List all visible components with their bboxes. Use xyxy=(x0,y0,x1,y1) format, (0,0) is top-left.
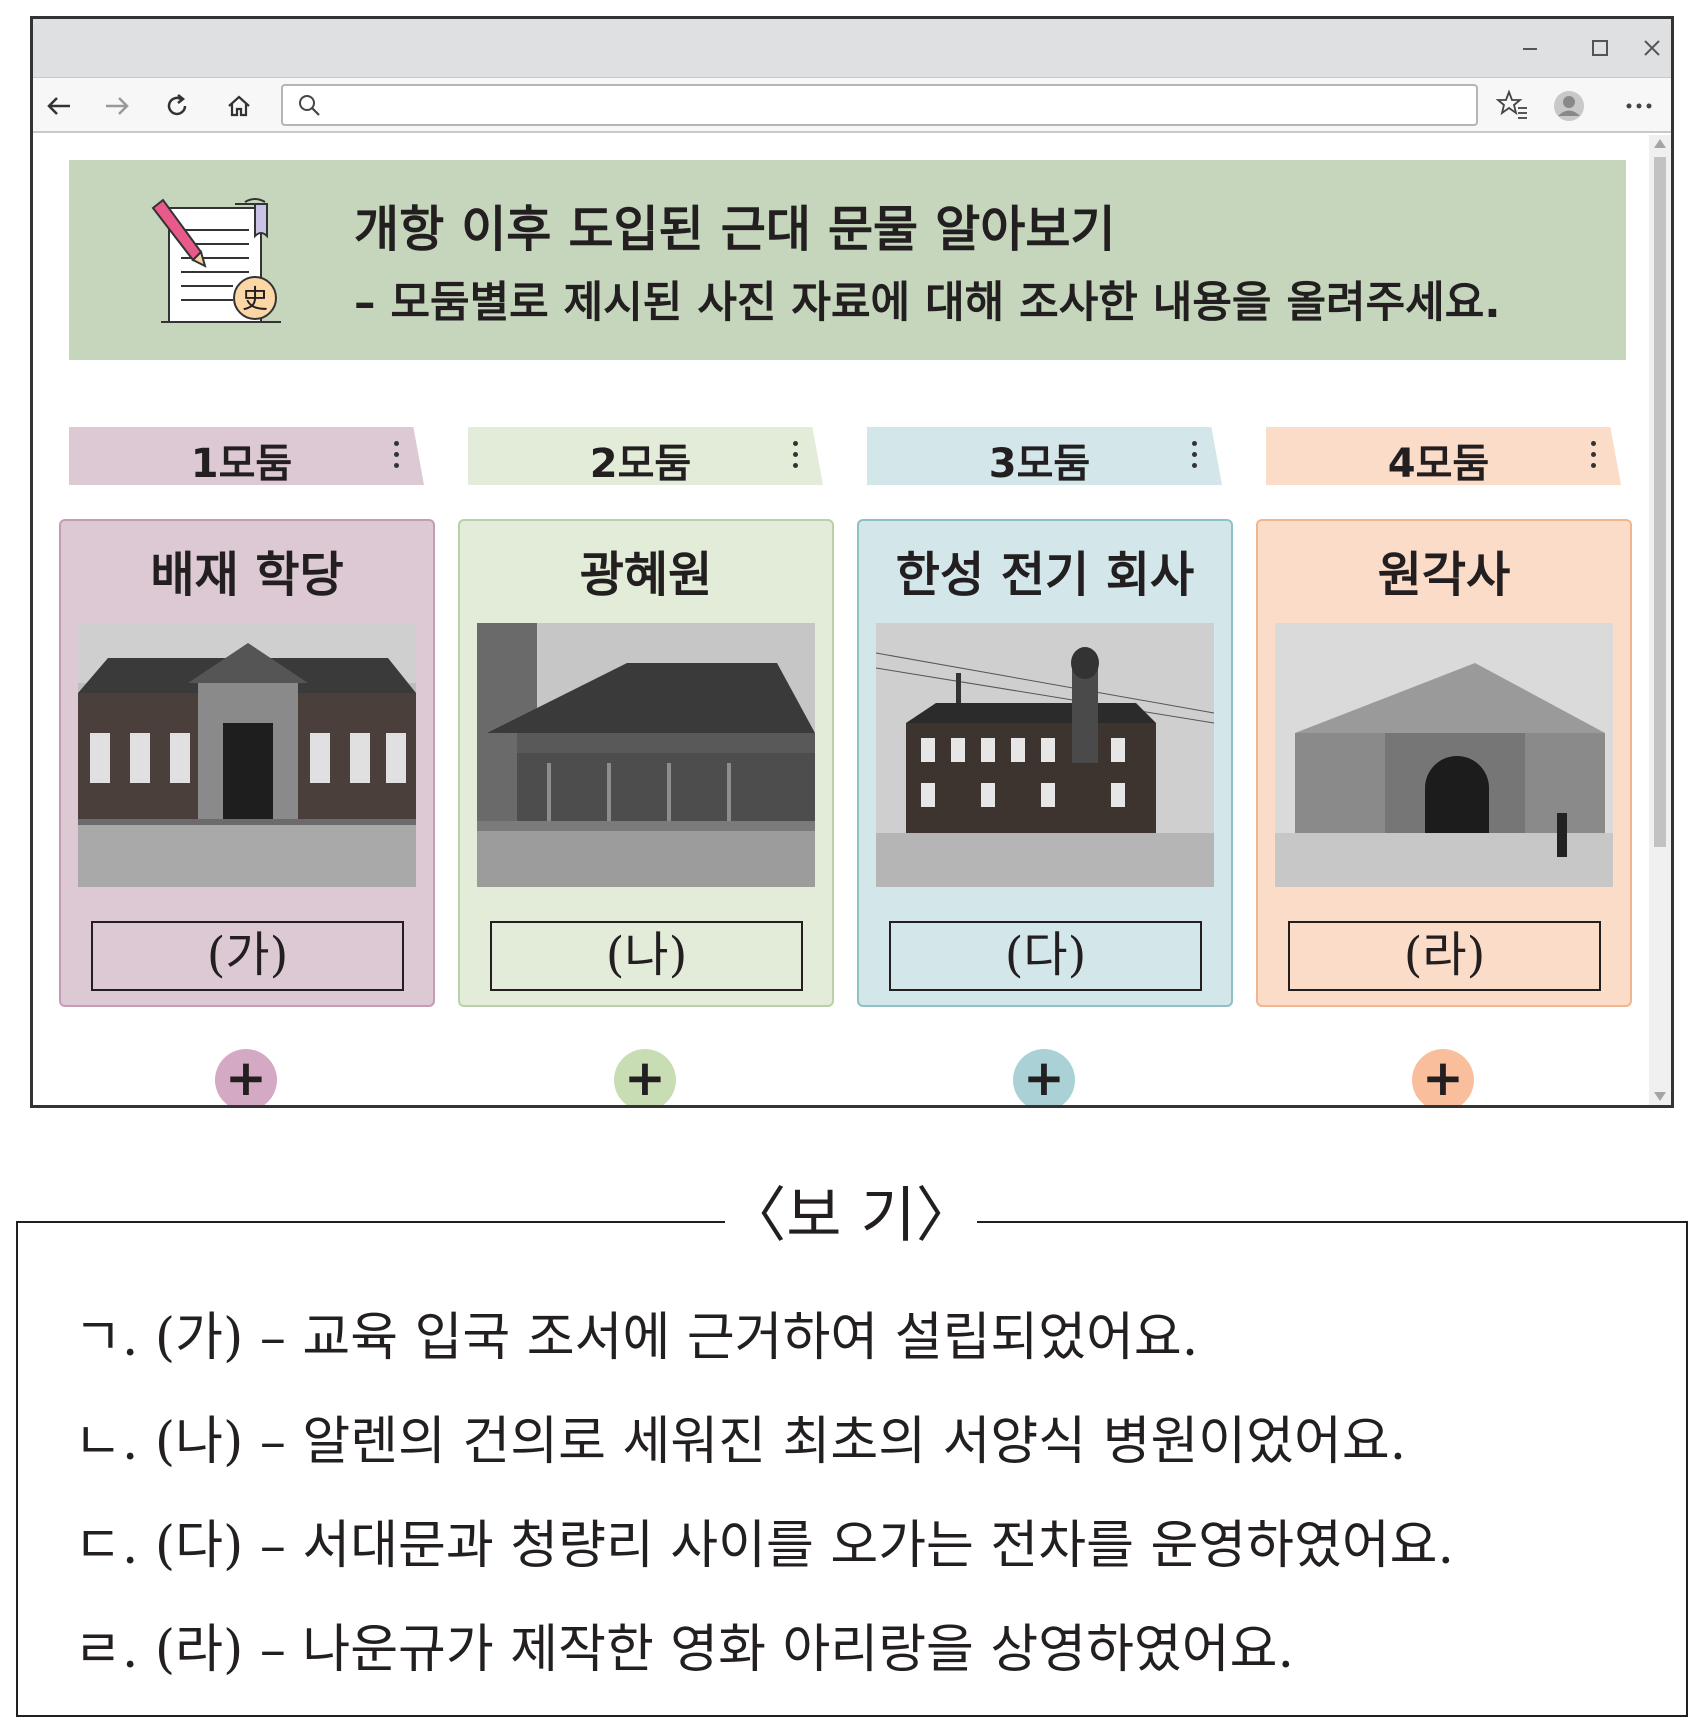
add-post-button-2[interactable]: + xyxy=(614,1049,676,1107)
more-options-icon[interactable] xyxy=(1192,441,1198,471)
page-banner: 史 개항 이후 도입된 근대 문물 알아보기 – 모둠별로 제시된 사진 자료에… xyxy=(69,160,1626,360)
example-item-4: ㄹ. (라) – 나운규가 제작한 영화 아리랑을 상영하였어요. xyxy=(74,1620,1294,1680)
notepad-pencil-icon: 史 xyxy=(149,194,289,329)
answer-label-box: (나) xyxy=(490,921,803,991)
svg-text:史: 史 xyxy=(242,285,268,315)
more-options-icon[interactable] xyxy=(793,441,799,471)
plus-icon: + xyxy=(1023,1049,1065,1107)
example-item-2: ㄴ. (나) – 알렌의 건의로 세워진 최초의 서양식 병원이었어요. xyxy=(74,1412,1407,1472)
address-bar[interactable] xyxy=(281,84,1478,126)
plus-icon: + xyxy=(1422,1049,1464,1107)
scroll-up-arrow-icon[interactable] xyxy=(1654,139,1666,148)
maximize-icon[interactable] xyxy=(1585,33,1615,63)
favorites-icon[interactable] xyxy=(1495,88,1531,124)
card-title: 배재 학당 xyxy=(150,547,344,603)
forward-icon[interactable] xyxy=(99,88,135,124)
more-options-icon[interactable] xyxy=(1591,441,1597,471)
hanseong-electric-company-photo xyxy=(876,623,1214,887)
plus-icon: + xyxy=(624,1049,666,1107)
profile-icon[interactable] xyxy=(1551,88,1587,124)
group-tab-label: 3모둠 xyxy=(988,441,1091,487)
add-post-button-3[interactable]: + xyxy=(1013,1049,1075,1107)
address-input[interactable] xyxy=(331,90,1461,120)
example-item-3: ㄷ. (다) – 서대문과 청량리 사이를 오가는 전차를 운영하였어요. xyxy=(74,1516,1455,1576)
banner-subtitle: – 모둠별로 제시된 사진 자료에 대해 조사한 내용을 올려주세요. xyxy=(354,278,1501,328)
back-icon[interactable] xyxy=(41,88,77,124)
answer-label-box: (가) xyxy=(91,921,404,991)
example-title: 〈보 기〉 xyxy=(725,1178,977,1258)
wongaksa-photo xyxy=(1275,623,1613,887)
answer-label-box: (다) xyxy=(889,921,1202,991)
search-icon xyxy=(297,93,323,119)
refresh-icon[interactable] xyxy=(159,88,195,124)
example-item-1: ㄱ. (가) – 교육 입국 조서에 근거하여 설립되었어요. xyxy=(74,1308,1199,1368)
more-options-icon[interactable] xyxy=(394,441,400,471)
plus-icon: + xyxy=(225,1049,267,1107)
card-title: 광혜원 xyxy=(579,547,713,603)
answer-label-box: (라) xyxy=(1288,921,1601,991)
title-bar xyxy=(33,19,1671,77)
group-tab-1[interactable]: 1모둠 xyxy=(69,427,424,485)
group-tab-2[interactable]: 2모둠 xyxy=(468,427,823,485)
banner-title: 개항 이후 도입된 근대 문물 알아보기 xyxy=(354,201,1116,258)
group-card-3: 한성 전기 회사 (다) xyxy=(857,519,1233,1007)
group-card-1: 배재 학당 (가) xyxy=(59,519,435,1007)
card-title: 원각사 xyxy=(1377,547,1511,603)
group-tab-label: 4모둠 xyxy=(1387,441,1490,487)
group-card-4: 원각사 (라) xyxy=(1256,519,1632,1007)
group-tab-3[interactable]: 3모둠 xyxy=(867,427,1222,485)
browser-toolbar xyxy=(33,77,1671,133)
card-title: 한성 전기 회사 xyxy=(895,547,1195,603)
example-box: ㄱ. (가) – 교육 입국 조서에 근거하여 설립되었어요. ㄴ. (나) –… xyxy=(16,1221,1688,1717)
group-tab-4[interactable]: 4모둠 xyxy=(1266,427,1621,485)
group-tab-label: 1모둠 xyxy=(190,441,293,487)
browser-window: 史 개항 이후 도입된 근대 문물 알아보기 – 모둠별로 제시된 사진 자료에… xyxy=(30,16,1674,1108)
add-post-button-1[interactable]: + xyxy=(215,1049,277,1107)
scroll-down-arrow-icon[interactable] xyxy=(1654,1092,1666,1101)
group-tab-label: 2모둠 xyxy=(589,441,692,487)
home-icon[interactable] xyxy=(221,88,257,124)
vertical-scrollbar[interactable] xyxy=(1649,135,1671,1105)
group-card-2: 광혜원 (나) xyxy=(458,519,834,1007)
gwanghyewon-photo xyxy=(477,623,815,887)
add-post-button-4[interactable]: + xyxy=(1412,1049,1474,1107)
paichai-school-photo xyxy=(78,623,416,887)
close-icon[interactable] xyxy=(1637,33,1667,63)
scrollbar-thumb[interactable] xyxy=(1654,157,1666,847)
more-icon[interactable] xyxy=(1621,88,1657,124)
minimize-icon[interactable] xyxy=(1515,33,1545,63)
